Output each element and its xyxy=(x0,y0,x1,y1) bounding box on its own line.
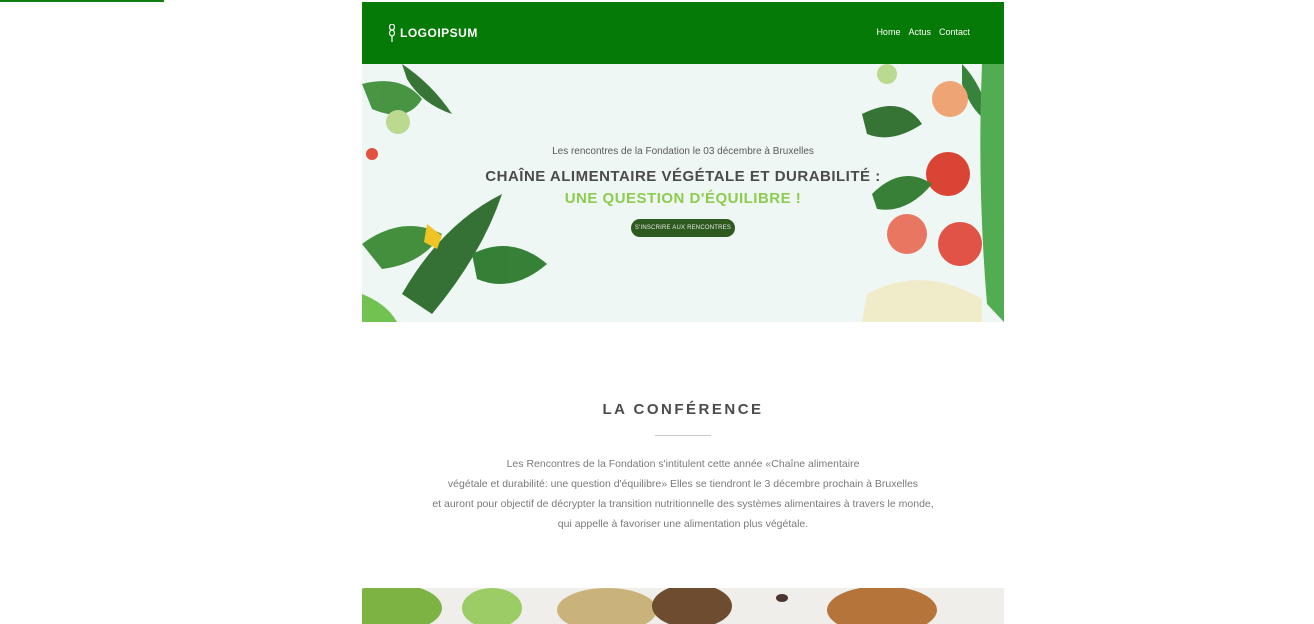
description-line: et auront pour objectif de décrypter la … xyxy=(432,498,934,510)
register-button[interactable]: S'INSCRIRE AUX RENCONTRES xyxy=(631,219,735,237)
main-nav: Home Actus Contact xyxy=(876,27,970,37)
logo[interactable]: LOGOIPSUM xyxy=(388,24,478,42)
conference-section: LA CONFÉRENCE Les Rencontres de la Fonda… xyxy=(362,322,1004,592)
section-title: LA CONFÉRENCE xyxy=(602,401,764,418)
description-line: qui appelle à favoriser une alimentation… xyxy=(557,518,809,530)
hero-title-line2: UNE QUESTION D'ÉQUILIBRE ! xyxy=(564,190,802,207)
hero-kicker: Les rencontres de la Fondation le 03 déc… xyxy=(552,146,814,157)
nav-contact[interactable]: Contact xyxy=(939,27,970,37)
nav-home[interactable]: Home xyxy=(876,27,900,37)
hero-text: Les rencontres de la Fondation le 03 déc… xyxy=(362,64,1004,322)
wheat-icon xyxy=(388,24,396,42)
logo-text: LOGOIPSUM xyxy=(400,26,478,40)
food-image xyxy=(362,588,1004,624)
nav-actus[interactable]: Actus xyxy=(908,27,931,37)
conference-description: Les Rencontres de la Fondation s'intitul… xyxy=(432,454,934,534)
top-progress-line xyxy=(0,0,164,2)
divider xyxy=(655,435,711,436)
description-line: végétale et durabilité: une question d'é… xyxy=(447,478,919,490)
site-header: LOGOIPSUM Home Actus Contact xyxy=(362,2,1004,64)
food-illustration xyxy=(362,588,937,624)
description-line: Les Rencontres de la Fondation s'intitul… xyxy=(506,458,860,470)
landing-page: LOGOIPSUM Home Actus Contact Les rencont… xyxy=(362,2,1004,624)
hero-banner: Les rencontres de la Fondation le 03 déc… xyxy=(362,64,1004,322)
hero-title-line1: CHAÎNE ALIMENTAIRE VÉGÉTALE ET DURABILIT… xyxy=(485,168,881,185)
